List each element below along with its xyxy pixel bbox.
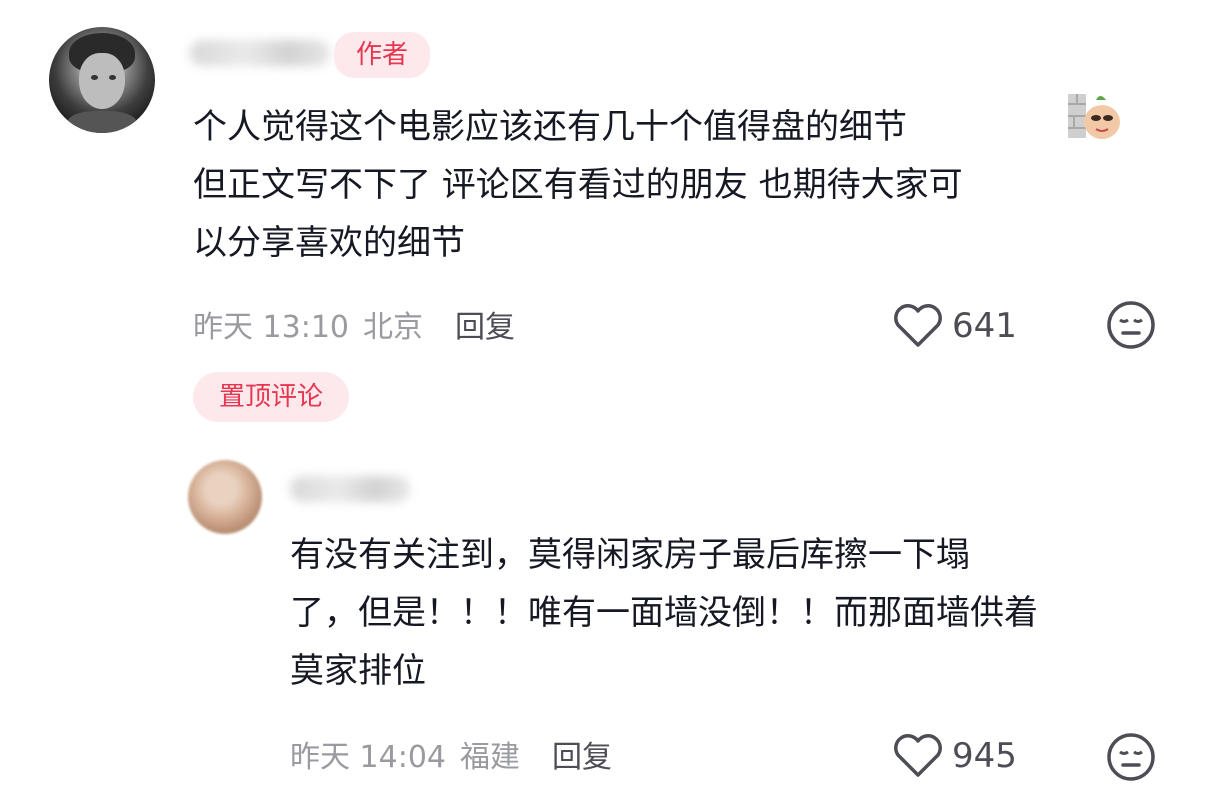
author-badge: 作者 — [334, 32, 430, 78]
heart-icon — [892, 733, 952, 779]
reply-like-count: 945 — [952, 736, 1017, 776]
heart-icon — [892, 303, 952, 349]
reply-comment-meta: 昨天 14:04 福建 回复 — [290, 732, 612, 776]
author-comment-location: 北京 — [363, 310, 423, 345]
reply-comment-text: 有没有关注到，莫得闲家房子最后库擦一下塌 了，但是！！！唯有一面墙没倒！！而那面… — [290, 535, 1038, 691]
reply-comment-location: 福建 — [460, 740, 520, 775]
reply-comment-time: 昨天 14:04 — [290, 740, 446, 775]
author-comment-meta: 昨天 13:10 北京 回复 — [193, 302, 515, 346]
author-avatar[interactable] — [49, 27, 155, 133]
author-comment-text: 个人觉得这个电影应该还有几十个值得盘的细节 但正文写不下了 评论区有看过的朋友 … — [193, 107, 963, 263]
pinned-comment-badge: 置顶评论 — [193, 372, 349, 422]
author-username[interactable] — [190, 40, 330, 66]
author-comment-time: 昨天 13:10 — [193, 310, 349, 345]
dislike-face-icon[interactable] — [1106, 300, 1156, 350]
reply-avatar[interactable] — [188, 460, 262, 534]
dislike-face-icon[interactable] — [1106, 732, 1156, 782]
reply-username[interactable] — [290, 476, 410, 502]
author-like-button[interactable]: 641 — [892, 302, 1017, 350]
peeking-doge-sticker-icon — [1066, 92, 1122, 140]
author-like-count: 641 — [952, 306, 1017, 346]
reply-reply-button[interactable]: 回复 — [552, 732, 612, 776]
reply-like-button[interactable]: 945 — [892, 732, 1017, 780]
author-reply-button[interactable]: 回复 — [455, 302, 515, 346]
